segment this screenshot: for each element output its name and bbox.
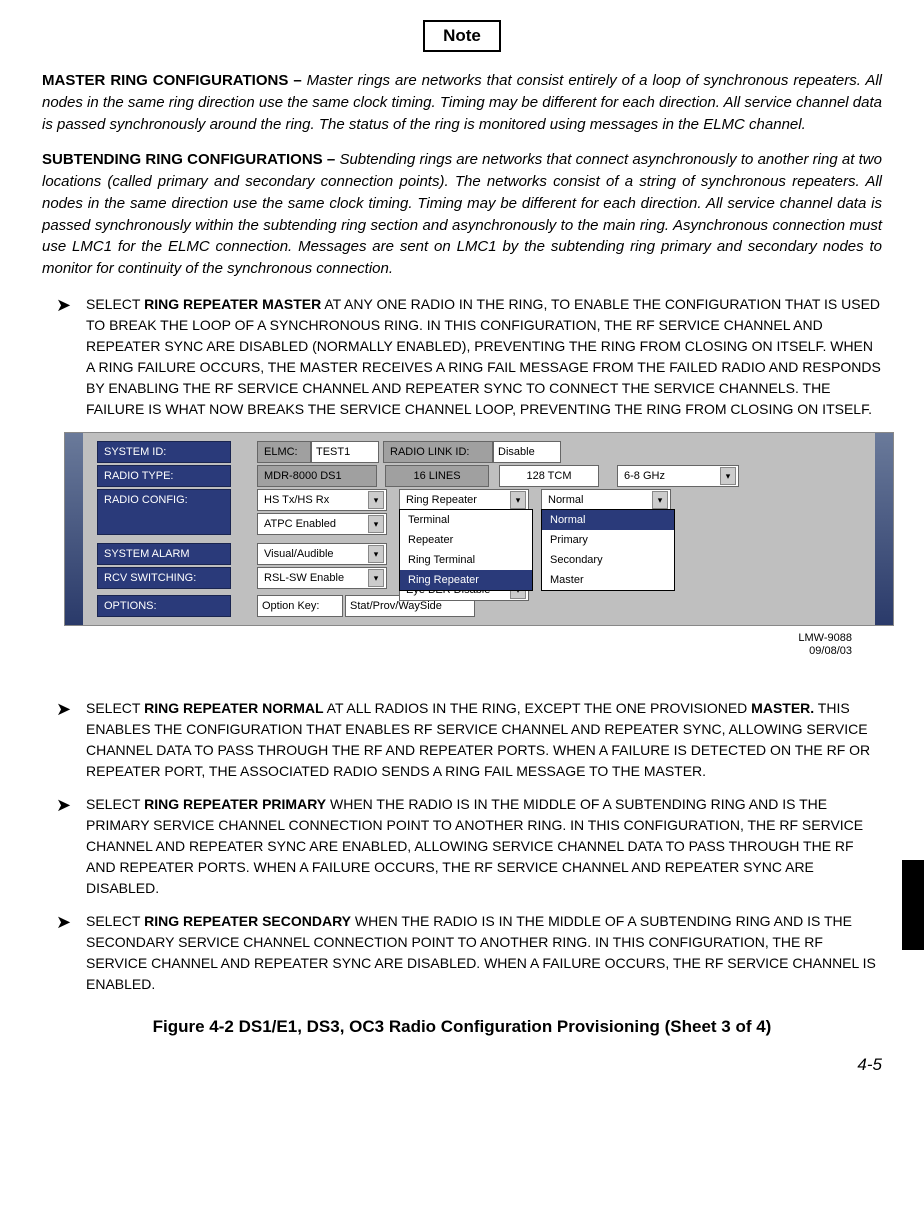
doc-ref-id: LMW-9088 (798, 632, 852, 644)
para-subtending: SUBTENDING RING CONFIGURATIONS – Subtend… (42, 149, 882, 280)
arrow-icon: ➤ (56, 296, 71, 314)
normal-dropdown-list[interactable]: Normal Primary Secondary Master (541, 509, 675, 591)
scrollbar-left[interactable] (65, 433, 83, 625)
label-system-alarm: SYSTEM ALARM (97, 543, 231, 565)
arrow-icon: ➤ (56, 700, 71, 718)
field-tcm: 128 TCM (499, 465, 599, 487)
dropdown-visual[interactable]: Visual/Audible (257, 543, 387, 565)
ring-dropdown-list[interactable]: Terminal Repeater Ring Terminal Ring Rep… (399, 509, 533, 591)
dropdown-rsl[interactable]: RSL-SW Enable (257, 567, 387, 589)
label-system-id: SYSTEM ID: (97, 441, 231, 463)
instr2-bold1: RING REPEATER NORMAL (144, 700, 323, 716)
figure-caption: Figure 4-2 DS1/E1, DS3, OC3 Radio Config… (42, 1017, 882, 1037)
label-option-key: Option Key: (257, 595, 343, 617)
arrow-icon: ➤ (56, 796, 71, 814)
instr1-bold: RING REPEATER MASTER (144, 296, 321, 312)
instruction-primary: ➤ SELECT RING REPEATER PRIMARY WHEN THE … (86, 794, 882, 899)
instr3-pre: SELECT (86, 796, 144, 812)
label-options: OPTIONS: (97, 595, 231, 617)
field-lines: 16 LINES (385, 465, 489, 487)
label-radio-type: RADIO TYPE: (97, 465, 231, 487)
instruction-normal: ➤ SELECT RING REPEATER NORMAL AT ALL RAD… (86, 698, 882, 782)
field-mdr: MDR-8000 DS1 (257, 465, 377, 487)
label-radio-link-id: RADIO LINK ID: (383, 441, 493, 463)
instr3-bold: RING REPEATER PRIMARY (144, 796, 326, 812)
normal-opt-normal[interactable]: Normal (542, 510, 674, 530)
instr2-mid: AT ALL RADIOS IN THE RING, EXCEPT THE ON… (324, 700, 752, 716)
page-number: 4-5 (42, 1055, 882, 1075)
normal-opt-secondary[interactable]: Secondary (542, 550, 674, 570)
normal-opt-master[interactable]: Master (542, 570, 674, 590)
instruction-secondary: ➤ SELECT RING REPEATER SECONDARY WHEN TH… (86, 911, 882, 995)
dropdown-normal[interactable]: Normal (541, 489, 671, 511)
ring-opt-ring-terminal[interactable]: Ring Terminal (400, 550, 532, 570)
label-radio-config: RADIO CONFIG: (97, 489, 231, 535)
note-box: Note (423, 20, 501, 52)
instr1-pre: SELECT (86, 296, 144, 312)
label-rcv-switching: RCV SWITCHING: (97, 567, 231, 589)
dropdown-atpc[interactable]: ATPC Enabled (257, 513, 387, 535)
normal-opt-primary[interactable]: Primary (542, 530, 674, 550)
scrollbar-right[interactable] (875, 433, 893, 625)
arrow-icon: ➤ (56, 913, 71, 931)
para-subtending-body: Subtending rings are networks that conne… (42, 151, 882, 277)
doc-ref: LMW-9088 09/08/03 (42, 632, 852, 658)
ring-opt-repeater[interactable]: Repeater (400, 530, 532, 550)
para-master: MASTER RING CONFIGURATIONS – Master ring… (42, 70, 882, 135)
config-panel: SYSTEM ID: ELMC: TEST1 RADIO LINK ID: Di… (64, 432, 894, 626)
para-subtending-lead: SUBTENDING RING CONFIGURATIONS – (42, 151, 339, 168)
instruction-master: ➤ SELECT RING REPEATER MASTER AT ANY ONE… (86, 294, 882, 420)
side-tab (902, 860, 924, 950)
dropdown-hs[interactable]: HS Tx/HS Rx (257, 489, 387, 511)
doc-ref-date: 09/08/03 (809, 645, 852, 657)
field-elmc[interactable]: TEST1 (311, 441, 379, 463)
para-master-lead: MASTER RING CONFIGURATIONS – (42, 72, 307, 89)
instr2-bold2: MASTER. (751, 700, 814, 716)
field-radio-link-id[interactable]: Disable (493, 441, 561, 463)
instr1-rest: AT ANY ONE RADIO IN THE RING, TO ENABLE … (86, 296, 881, 417)
label-elmc: ELMC: (257, 441, 311, 463)
ring-opt-terminal[interactable]: Terminal (400, 510, 532, 530)
instr4-pre: SELECT (86, 913, 144, 929)
instr4-bold: RING REPEATER SECONDARY (144, 913, 351, 929)
instr2-pre: SELECT (86, 700, 144, 716)
ring-opt-ring-repeater[interactable]: Ring Repeater (400, 570, 532, 590)
dropdown-ghz[interactable]: 6-8 GHz (617, 465, 739, 487)
figure-caption-text: Figure 4-2 DS1/E1, DS3, OC3 Radio Config… (153, 1017, 772, 1036)
dropdown-ring[interactable]: Ring Repeater (399, 489, 529, 511)
